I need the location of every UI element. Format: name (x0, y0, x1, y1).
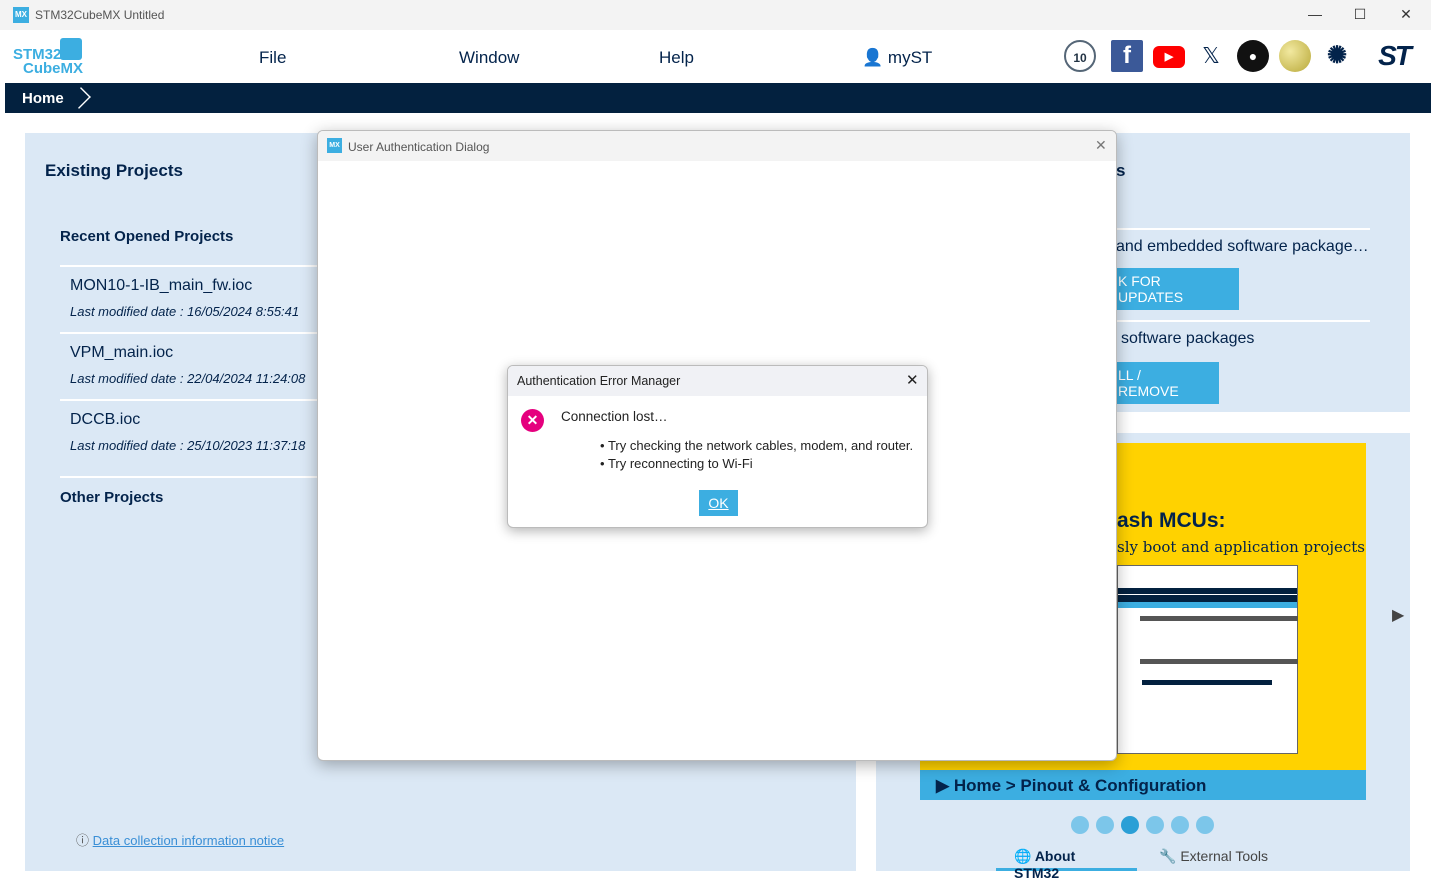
project-item[interactable]: MON10-1-IB_main_fw.ioc Last modified date… (70, 277, 299, 319)
panel-title: s (1116, 161, 1126, 180)
project-name: VPM_main.ioc (70, 344, 174, 361)
check-updates-text: and embedded software package… (1116, 238, 1369, 255)
facebook-icon[interactable]: f (1111, 40, 1143, 72)
project-name: DCCB.ioc (70, 411, 141, 428)
user-icon: 👤 (862, 48, 884, 67)
info-icon: ⓘ (76, 833, 90, 848)
wrench-icon: 🔧 (1159, 848, 1177, 864)
slide-banner-text: Home > Pinout & Configuration (953, 776, 1207, 795)
tab-label: External Tools (1180, 848, 1269, 864)
menu-window[interactable]: Window (459, 48, 519, 68)
carousel-dot[interactable] (1146, 816, 1164, 834)
slide-screenshot (1117, 565, 1298, 754)
tab-about-stm32[interactable]: 🌐 About STM32 (996, 845, 1137, 881)
mx-icon: MX (327, 138, 342, 153)
carousel-dot[interactable] (1096, 816, 1114, 834)
ok-button[interactable]: OK (699, 490, 738, 516)
10-years-icon[interactable]: 10 (1064, 40, 1096, 72)
window-title: STM32CubeMX Untitled (35, 8, 165, 22)
bullet-text: Try checking the network cables, modem, … (607, 438, 914, 453)
project-date: Last modified date : 16/05/2024 8:55:41 (70, 304, 300, 319)
bullet-text: Try reconnecting to Wi-Fi (607, 456, 753, 471)
error-icon: ✕ (521, 409, 544, 432)
close-button[interactable]: ✕ (1391, 6, 1421, 23)
authentication-error-dialog: Authentication Error Manager ✕ ✕ Connect… (507, 365, 928, 528)
existing-projects-title: Existing Projects (45, 161, 183, 180)
project-date: Last modified date : 22/04/2024 11:24:08 (70, 371, 306, 386)
bullet-item: • Try reconnecting to Wi-Fi (600, 456, 753, 471)
myst-label: myST (887, 48, 933, 67)
menu-file[interactable]: File (259, 48, 286, 68)
st-logo-icon[interactable]: ST (1365, 40, 1423, 72)
carousel-dot[interactable] (1071, 816, 1089, 834)
data-notice-link[interactable]: Data collection information notice (93, 833, 285, 848)
carousel-dot-active[interactable] (1121, 816, 1139, 834)
error-title-bar: Authentication Error Manager ✕ (508, 366, 927, 396)
cube-icon (60, 38, 82, 60)
error-bullets: • Try checking the network cables, modem… (600, 437, 913, 473)
breadcrumb-home[interactable]: Home (22, 90, 64, 107)
chevron-right-icon (69, 87, 91, 109)
play-icon: ▶ (936, 776, 950, 795)
github-icon[interactable]: ● (1237, 40, 1269, 72)
minimize-button[interactable]: — (1300, 6, 1330, 22)
breadcrumb: Home (5, 83, 1431, 113)
data-notice[interactable]: ⓘ Data collection information notice (76, 830, 284, 849)
carousel-dot[interactable] (1196, 816, 1214, 834)
recent-projects-title: Recent Opened Projects (60, 228, 234, 245)
error-title: Authentication Error Manager (517, 374, 681, 388)
project-item[interactable]: DCCB.ioc Last modified date : 25/10/2023 … (70, 411, 305, 453)
check-updates-button[interactable]: K FOR UPDATES (1116, 268, 1239, 310)
dialog-close-icon[interactable]: ✕ (1095, 137, 1107, 154)
error-close-icon[interactable]: ✕ (906, 371, 919, 389)
app-icon: MX (13, 7, 29, 23)
title-bar: MX STM32CubeMX Untitled — ☐ ✕ (0, 0, 1431, 30)
project-name: MON10-1-IB_main_fw.ioc (70, 277, 253, 294)
slide-subline: sly boot and application projects (1117, 538, 1365, 556)
myst-button[interactable]: 👤 myST (862, 48, 932, 68)
x-icon[interactable]: 𝕏 (1195, 40, 1227, 72)
dialog-title: User Authentication Dialog (348, 140, 490, 154)
maximize-button[interactable]: ☐ (1345, 6, 1375, 23)
packages-text: software packages (1121, 330, 1255, 347)
menu-help[interactable]: Help (659, 48, 694, 68)
carousel-dot[interactable] (1171, 816, 1189, 834)
tab-external-tools[interactable]: 🔧 External Tools (1159, 848, 1268, 865)
error-message: Connection lost… (561, 409, 668, 424)
header: STM32 CubeMX File Window Help 👤 myST 10 f… (0, 30, 1431, 83)
slide-banner: ▶ Home > Pinout & Configuration (920, 770, 1366, 800)
youtube-icon[interactable]: ▶ (1153, 46, 1185, 68)
dialog-title-bar: MX User Authentication Dialog ✕ (318, 131, 1116, 161)
install-remove-button[interactable]: LL / REMOVE (1116, 362, 1219, 404)
wikipedia-icon[interactable] (1279, 40, 1311, 72)
other-projects-title: Other Projects (60, 489, 164, 506)
globe-icon: 🌐 (1014, 848, 1032, 864)
logo-line2: CubeMX (23, 60, 83, 77)
project-item[interactable]: VPM_main.ioc Last modified date : 22/04/2… (70, 344, 305, 386)
slide-headline: ash MCUs: (1117, 509, 1226, 532)
next-slide-arrow[interactable]: ▶ (1392, 605, 1404, 625)
project-date: Last modified date : 25/10/2023 11:37:18 (70, 438, 306, 453)
network-icon[interactable]: ✺ (1321, 40, 1353, 72)
bullet-item: • Try checking the network cables, modem… (600, 438, 914, 453)
